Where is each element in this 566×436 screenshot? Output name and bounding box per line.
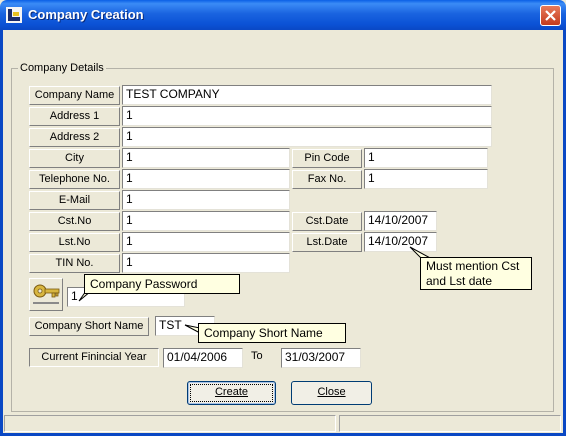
password-tooltip: Company Password	[84, 274, 240, 294]
status-bar-panel-2	[339, 415, 561, 432]
status-bar-panel-1	[4, 415, 336, 432]
short-name-tooltip: Company Short Name	[198, 323, 346, 343]
group-title: Company Details	[18, 62, 106, 74]
tin-no-label: TIN No.	[29, 254, 120, 273]
lst-date-label: Lst.Date	[292, 233, 362, 252]
window-title: Company Creation	[28, 7, 144, 22]
tin-no-input[interactable]: 1	[122, 253, 290, 273]
close-button[interactable]: Close	[291, 381, 372, 405]
city-input[interactable]: 1	[122, 148, 290, 168]
close-window-button[interactable]	[540, 5, 561, 26]
city-label: City	[29, 149, 120, 168]
company-name-input[interactable]: TEST COMPANY	[122, 85, 492, 105]
app-icon	[6, 7, 22, 23]
address2-label: Address 2	[29, 128, 120, 147]
telephone-input[interactable]: 1	[122, 169, 290, 189]
cst-lst-tooltip: Must mention Cst and Lst date	[420, 257, 532, 290]
close-button-label: Close	[317, 386, 346, 398]
financial-year-to-input[interactable]: 31/03/2007	[281, 348, 361, 368]
fax-label: Fax No.	[292, 170, 362, 189]
company-name-label: Company Name	[29, 86, 120, 105]
telephone-label: Telephone No.	[29, 170, 120, 189]
close-icon	[545, 10, 556, 21]
address1-input[interactable]: 1	[122, 106, 492, 126]
email-input[interactable]: 1	[122, 190, 290, 210]
cst-no-input[interactable]: 1	[122, 211, 290, 231]
cst-date-input[interactable]: 14/10/2007	[364, 211, 437, 231]
financial-year-to-label: To	[251, 350, 263, 362]
email-label: E-Mail	[29, 191, 120, 210]
lst-no-input[interactable]: 1	[122, 232, 290, 252]
address2-input[interactable]: 1	[122, 127, 492, 147]
cst-no-label: Cst.No	[29, 212, 120, 231]
financial-year-label: Current Finincial Year	[29, 348, 159, 367]
create-button-label: Create	[214, 386, 249, 398]
pin-code-input[interactable]: 1	[364, 148, 488, 168]
key-icon-box	[29, 278, 63, 311]
create-button[interactable]: Create	[187, 381, 276, 405]
short-name-label: Company Short Name	[29, 317, 149, 336]
key-icon	[33, 284, 60, 304]
pin-code-label: Pin Code	[292, 149, 362, 168]
cst-date-label: Cst.Date	[292, 212, 362, 231]
window-frame-left	[0, 30, 3, 436]
address1-label: Address 1	[29, 107, 120, 126]
financial-year-from-input[interactable]: 01/04/2006	[163, 348, 243, 368]
fax-input[interactable]: 1	[364, 169, 488, 189]
lst-no-label: Lst.No	[29, 233, 120, 252]
